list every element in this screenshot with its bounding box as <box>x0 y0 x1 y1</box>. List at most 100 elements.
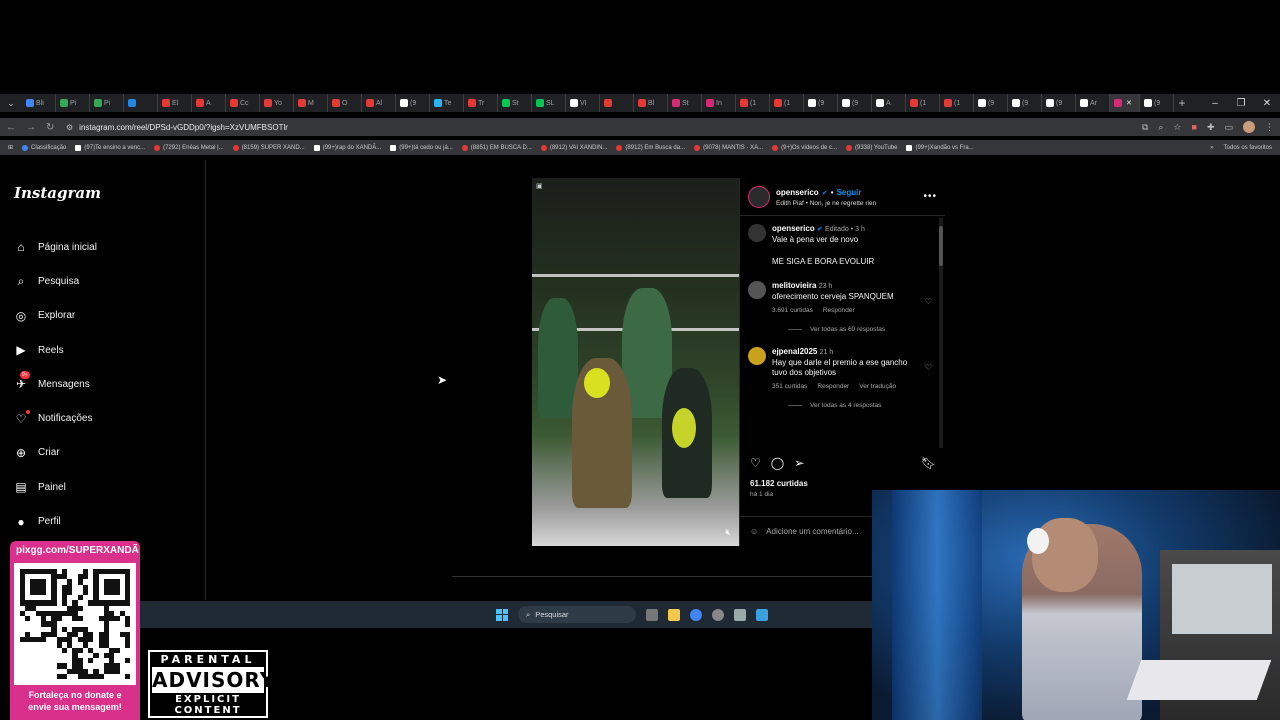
bookmark-item[interactable]: (99+)rap do XANDÃ... <box>313 144 381 151</box>
mute-icon[interactable]: 🔇︎ <box>725 527 731 538</box>
file-explorer-icon[interactable] <box>668 608 680 621</box>
browser-tab[interactable]: (9 <box>1140 94 1174 112</box>
audio-track[interactable]: Edith Piaf • Non, je ne regrette rien <box>776 200 917 207</box>
instagram-logo[interactable]: Instagram <box>14 184 101 202</box>
split-icon[interactable]: ▭ <box>1224 122 1233 133</box>
tab-search-button[interactable]: ⌄ <box>0 94 22 112</box>
browser-tab[interactable]: (9 <box>396 94 430 112</box>
bookmark-item[interactable]: (7292) Enéas Metal |... <box>154 144 224 151</box>
sidebar-item-messenger[interactable]: ✈ 9+ Mensagens <box>14 367 97 401</box>
comment-like-icon[interactable]: ♡ <box>925 363 932 392</box>
bookmarks-overflow-icon[interactable]: » <box>1210 145 1213 151</box>
install-icon[interactable]: ⧉ <box>1142 122 1148 133</box>
reply-button[interactable]: Responder <box>823 307 855 316</box>
browser-tab[interactable]: A <box>192 94 226 112</box>
bookmark-item[interactable]: (8912) VAI XANDIN... <box>540 144 607 151</box>
taskbar-search[interactable]: ⌕ Pesquisar <box>518 606 636 623</box>
save-icon[interactable]: 🔖︎ <box>921 456 936 470</box>
browser-tab[interactable]: (9 <box>804 94 838 112</box>
menu-icon[interactable]: ⋮ <box>1265 122 1274 133</box>
task-view-icon[interactable] <box>646 608 658 621</box>
bookmark-item[interactable]: Classificação <box>22 144 66 151</box>
author-username[interactable]: openserico <box>776 188 819 197</box>
browser-tab[interactable]: In <box>702 94 736 112</box>
sidebar-item-search[interactable]: ⌕ Pesquisa <box>14 264 97 298</box>
zoom-icon[interactable]: ⌕ <box>1158 122 1163 133</box>
browser-tab[interactable]: Pi <box>56 94 90 112</box>
browser-tab[interactable]: Ar <box>1076 94 1110 112</box>
browser-tab[interactable]: (9 <box>1008 94 1042 112</box>
avatar[interactable] <box>748 224 766 242</box>
browser-tab[interactable] <box>124 94 158 112</box>
url-text[interactable]: instagram.com/reel/DPSd-vGDDp0/?igsh=XzV… <box>79 123 288 132</box>
browser-tab[interactable]: M <box>294 94 328 112</box>
bookmark-item[interactable]: (99+)tá cedo ou já... <box>390 144 453 151</box>
sidebar-item-heart[interactable]: ♡ Notificações <box>14 401 97 435</box>
sidebar-item-reels[interactable]: ▶ Reels <box>14 333 97 367</box>
comment-like-icon[interactable]: ♡ <box>925 297 932 315</box>
browser-tab[interactable] <box>600 94 634 112</box>
sidebar-item-chart[interactable]: ▤ Painel <box>14 470 97 504</box>
author-avatar[interactable] <box>748 185 770 208</box>
browser-tab[interactable]: (1 <box>940 94 974 112</box>
browser-tab[interactable]: (9 <box>974 94 1008 112</box>
settings-icon[interactable] <box>734 608 746 621</box>
browser-tab[interactable]: Tr <box>464 94 498 112</box>
translate-button[interactable]: Ver tradução <box>859 383 896 392</box>
sidebar-item-avatar[interactable]: ● Perfil <box>14 504 97 538</box>
minimize-icon[interactable]: – <box>1202 98 1228 109</box>
caption-username[interactable]: openserico <box>772 224 815 233</box>
apps-icon[interactable]: ⊞ <box>8 144 13 151</box>
sidebar-item-home[interactable]: ⌂ Página inicial <box>14 230 97 264</box>
profile-avatar[interactable] <box>1243 121 1255 133</box>
reload-icon[interactable]: ↻ <box>46 122 56 133</box>
bookmark-item[interactable]: (8912) Em Busca da... <box>616 144 685 151</box>
browser-tab[interactable]: O <box>328 94 362 112</box>
browser-tab[interactable]: (9 <box>838 94 872 112</box>
emoji-icon[interactable]: ☺ <box>750 527 758 536</box>
bookmark-item[interactable]: (8159) SUPER XAND... <box>232 144 305 151</box>
app-icon[interactable] <box>756 608 768 621</box>
browser-tab[interactable]: (1 <box>770 94 804 112</box>
sidebar-item-compass[interactable]: ◎ Explorar <box>14 299 97 333</box>
browser-tab[interactable]: SL <box>532 94 566 112</box>
follow-button[interactable]: Seguir <box>837 188 862 197</box>
windows-start-icon[interactable] <box>496 608 508 621</box>
address-bar[interactable]: ⚙ instagram.com/reel/DPSd-vGDDp0/?igsh=X… <box>66 123 288 132</box>
bookmark-item[interactable]: (8851) EM BUSCA D... <box>461 144 532 151</box>
bookmark-item[interactable]: (97)Te ensino a venc... <box>75 144 145 151</box>
browser-tab[interactable]: (1 <box>906 94 940 112</box>
forward-icon[interactable]: → <box>26 122 36 133</box>
comment-username[interactable]: melitovieira <box>772 281 816 290</box>
close-window-icon[interactable]: ✕ <box>1254 98 1280 109</box>
all-bookmarks[interactable]: Todos os favoritos <box>1224 145 1272 151</box>
avatar[interactable] <box>748 346 766 365</box>
browser-tab[interactable]: Bl <box>634 94 668 112</box>
maximize-icon[interactable]: ❐ <box>1228 98 1254 109</box>
reply-button[interactable]: Responder <box>817 383 849 392</box>
bookmark-item[interactable]: (99+)Xandão vs Fra... <box>906 144 974 151</box>
comment-icon[interactable]: ◯ <box>771 456 784 470</box>
comment-likes[interactable]: 3.691 curtidas <box>772 307 813 316</box>
more-options-icon[interactable]: ••• <box>923 191 937 202</box>
back-icon[interactable]: ← <box>6 122 16 133</box>
bookmark-item[interactable]: (9+)Os vídeos de c... <box>772 144 837 151</box>
extension-red-icon[interactable]: ■ <box>1192 122 1197 132</box>
sidebar-item-plus[interactable]: ⊕ Criar <box>14 436 97 470</box>
bookmark-star-icon[interactable]: ☆ <box>1173 122 1181 133</box>
browser-tab[interactable]: El <box>158 94 192 112</box>
browser-tab[interactable]: Yo <box>260 94 294 112</box>
browser-tab[interactable]: (1 <box>736 94 770 112</box>
extensions-icon[interactable]: ✚ <box>1207 122 1215 133</box>
app-icon[interactable] <box>712 608 724 621</box>
browser-tab[interactable]: Te <box>430 94 464 112</box>
bookmark-item[interactable]: (9338) YouTube <box>845 144 897 151</box>
browser-tab[interactable]: Al <box>362 94 396 112</box>
comments-scrollbar[interactable] <box>939 218 943 448</box>
browser-tab[interactable]: Bli <box>22 94 56 112</box>
site-info-icon[interactable]: ⚙ <box>66 123 73 132</box>
browser-tab[interactable]: VI <box>566 94 600 112</box>
browser-tab[interactable]: Cc <box>226 94 260 112</box>
view-replies-button[interactable]: Ver todas as 4 respostas <box>788 402 932 409</box>
share-icon[interactable]: ➢ <box>794 456 804 470</box>
